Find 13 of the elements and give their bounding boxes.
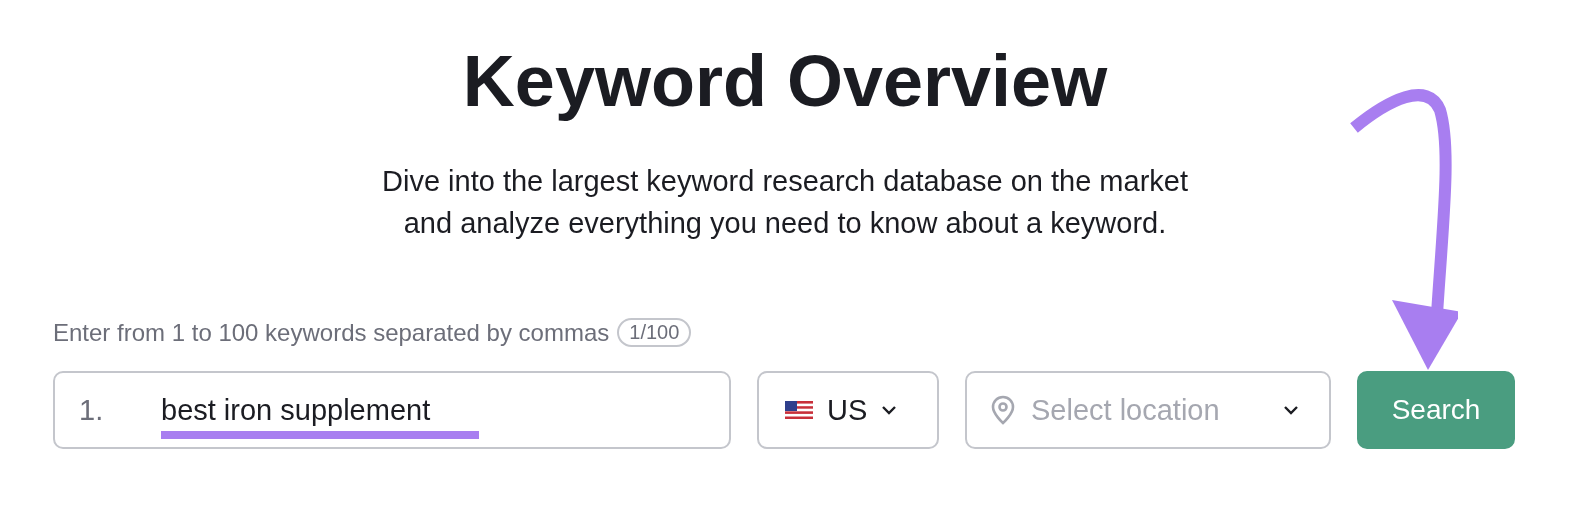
keywords-field[interactable]: 1. best iron supplement: [53, 371, 731, 449]
page-title: Keyword Overview: [462, 40, 1108, 123]
keyword-count: 1/100: [617, 318, 692, 347]
subtitle-line: and analyze everything you need to know about a keyword.: [402, 206, 1168, 241]
flag-icon: [785, 401, 813, 419]
keyword-text: best iron supplement: [161, 393, 431, 427]
chevron-icon: [1283, 405, 1299, 415]
field-label: Enter from 1 to 100 keywords separated by commas: [53, 318, 610, 347]
line-number: 1.: [79, 393, 105, 427]
subtitle-line: Dive into the largest keyword research database on the market: [382, 164, 1188, 199]
country-select[interactable]: US: [757, 371, 939, 449]
chevron-icon: [881, 405, 898, 415]
location-pin-icon: [991, 395, 1015, 425]
